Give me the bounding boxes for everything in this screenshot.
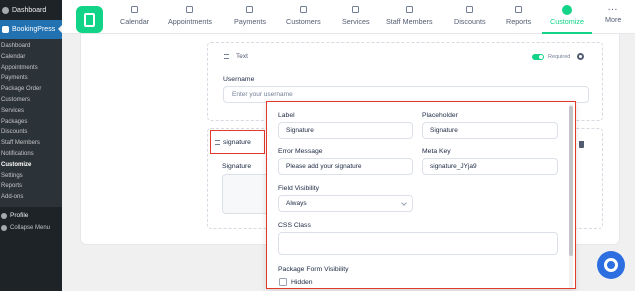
trash-icon[interactable] (579, 141, 584, 148)
wp-collapse-menu[interactable]: Collapse Menu (0, 222, 62, 234)
more-dots-icon: ··· (608, 5, 619, 14)
wp-submenu: Dashboard Calendar Appointments Payments… (0, 39, 62, 207)
nav-label: Staff Members (386, 17, 433, 26)
gear-icon[interactable] (577, 53, 584, 60)
nav-label: Discounts (454, 17, 486, 26)
wp-submenu-item[interactable]: Notifications (0, 149, 62, 160)
help-button[interactable] (597, 251, 625, 279)
nav-customize[interactable]: Customize (542, 0, 592, 34)
field-settings-popup: Label Signature Placeholder Signature Er… (266, 101, 576, 289)
nav-staff-members[interactable]: Staff Members (386, 0, 433, 34)
bookingpress-icon (2, 26, 9, 33)
meta-key-input[interactable]: signature_JYja9 (422, 158, 558, 175)
lifebuoy-icon (604, 258, 618, 272)
wp-dashboard-item[interactable]: Dashboard (0, 0, 62, 20)
placeholder-title: Placeholder (422, 112, 458, 119)
nav-more[interactable]: ··· More (605, 0, 621, 34)
nav-label: Customers (286, 17, 321, 26)
required-label: Required (548, 54, 571, 60)
label-title: Label (278, 112, 295, 119)
nav-calendar[interactable]: Calendar (120, 0, 149, 34)
bookingpress-topnav: Calendar Appointments Payments Customers… (62, 0, 635, 34)
nav-label: More (605, 15, 622, 24)
grid-icon (352, 6, 360, 13)
wp-submenu-item[interactable]: Services (0, 106, 62, 117)
error-message-title: Error Message (278, 148, 323, 155)
staff-icon (405, 6, 413, 13)
wp-submenu-item[interactable]: Reports (0, 181, 62, 192)
dollar-icon (246, 6, 254, 13)
wp-submenu-item[interactable]: Discounts (0, 127, 62, 138)
wp-submenu-item-current[interactable]: Customize (0, 160, 62, 171)
dashboard-icon (2, 6, 9, 14)
nav-reports[interactable]: Reports (506, 0, 531, 34)
chevron-down-icon (401, 200, 407, 206)
bookingpress-logo[interactable] (76, 6, 103, 33)
wp-submenu-item[interactable]: Customers (0, 95, 62, 106)
tag-icon (466, 6, 474, 13)
nav-payments[interactable]: Payments (234, 0, 266, 34)
css-class-title: CSS Class (278, 222, 311, 229)
collapse-icon (1, 224, 7, 231)
wp-dashboard-label: Dashboard (12, 6, 47, 14)
nav-label: Calendar (120, 17, 150, 26)
logo-mark-icon (84, 12, 95, 27)
wp-submenu-item[interactable]: Payments (0, 73, 62, 84)
users-icon (299, 6, 307, 13)
wp-submenu-item[interactable]: Package Order (0, 84, 62, 95)
nav-services[interactable]: Services (342, 0, 370, 34)
wp-submenu-item[interactable]: Add-ons (0, 192, 62, 203)
nav-label: Services (342, 17, 370, 26)
nav-label: Customize (550, 17, 584, 26)
nav-label: Payments (234, 17, 266, 26)
meta-key-title: Meta Key (422, 148, 451, 155)
wp-submenu-item[interactable]: Calendar (0, 52, 62, 63)
wp-submenu-item[interactable]: Staff Members (0, 138, 62, 149)
field-type-label: Text (236, 53, 248, 60)
calendar-icon (131, 6, 139, 13)
required-toggle[interactable] (532, 54, 544, 60)
hidden-label: Hidden (291, 279, 313, 286)
field-visibility-select[interactable]: Always (278, 195, 413, 212)
hidden-checkbox[interactable] (279, 278, 287, 286)
nav-customers[interactable]: Customers (286, 0, 321, 34)
popup-scrollbar[interactable] (569, 106, 573, 256)
signature-tag-label: signature (223, 138, 251, 146)
wp-bookingpress-item[interactable]: BookingPress (0, 20, 62, 39)
wp-submenu-item[interactable]: Settings (0, 171, 62, 182)
profile-icon (1, 212, 7, 219)
wp-bookingpress-label: BookingPress (12, 26, 56, 33)
label-input[interactable]: Signature (278, 122, 413, 139)
nav-discounts[interactable]: Discounts (454, 0, 486, 34)
field-visibility-value: Always (286, 200, 307, 207)
field-visibility-title: Field Visibility (278, 185, 320, 192)
package-form-visibility-title: Package Form Visibility (278, 266, 349, 273)
placeholder-input[interactable]: Signature (422, 122, 558, 139)
wp-profile-label: Profile (10, 212, 29, 220)
palette-icon (561, 5, 572, 15)
wp-profile-item[interactable]: Profile (0, 210, 62, 222)
wp-submenu-item[interactable]: Packages (0, 117, 62, 128)
nav-label: Appointments (168, 17, 212, 26)
wp-admin-sidebar: Dashboard BookingPress Dashboard Calenda… (0, 0, 62, 291)
wp-collapse-label: Collapse Menu (10, 224, 51, 231)
wp-submenu-item[interactable]: Dashboard (0, 41, 62, 52)
chart-icon (515, 6, 523, 13)
drag-handle-icon[interactable] (224, 54, 229, 59)
nav-label: Reports (506, 17, 532, 26)
wp-bottom-menu: Profile Collapse Menu (0, 207, 62, 234)
css-class-input[interactable] (278, 232, 558, 255)
nav-appointments[interactable]: Appointments (168, 0, 212, 34)
error-message-input[interactable]: Please add your signature (278, 158, 413, 175)
wp-submenu-item[interactable]: Appointments (0, 63, 62, 74)
signature-field-tag[interactable]: signature (210, 130, 265, 154)
signature-field-label: Signature (222, 163, 252, 170)
clock-icon (186, 6, 194, 13)
drag-handle-icon[interactable] (215, 140, 220, 145)
username-label: Username (223, 76, 255, 83)
